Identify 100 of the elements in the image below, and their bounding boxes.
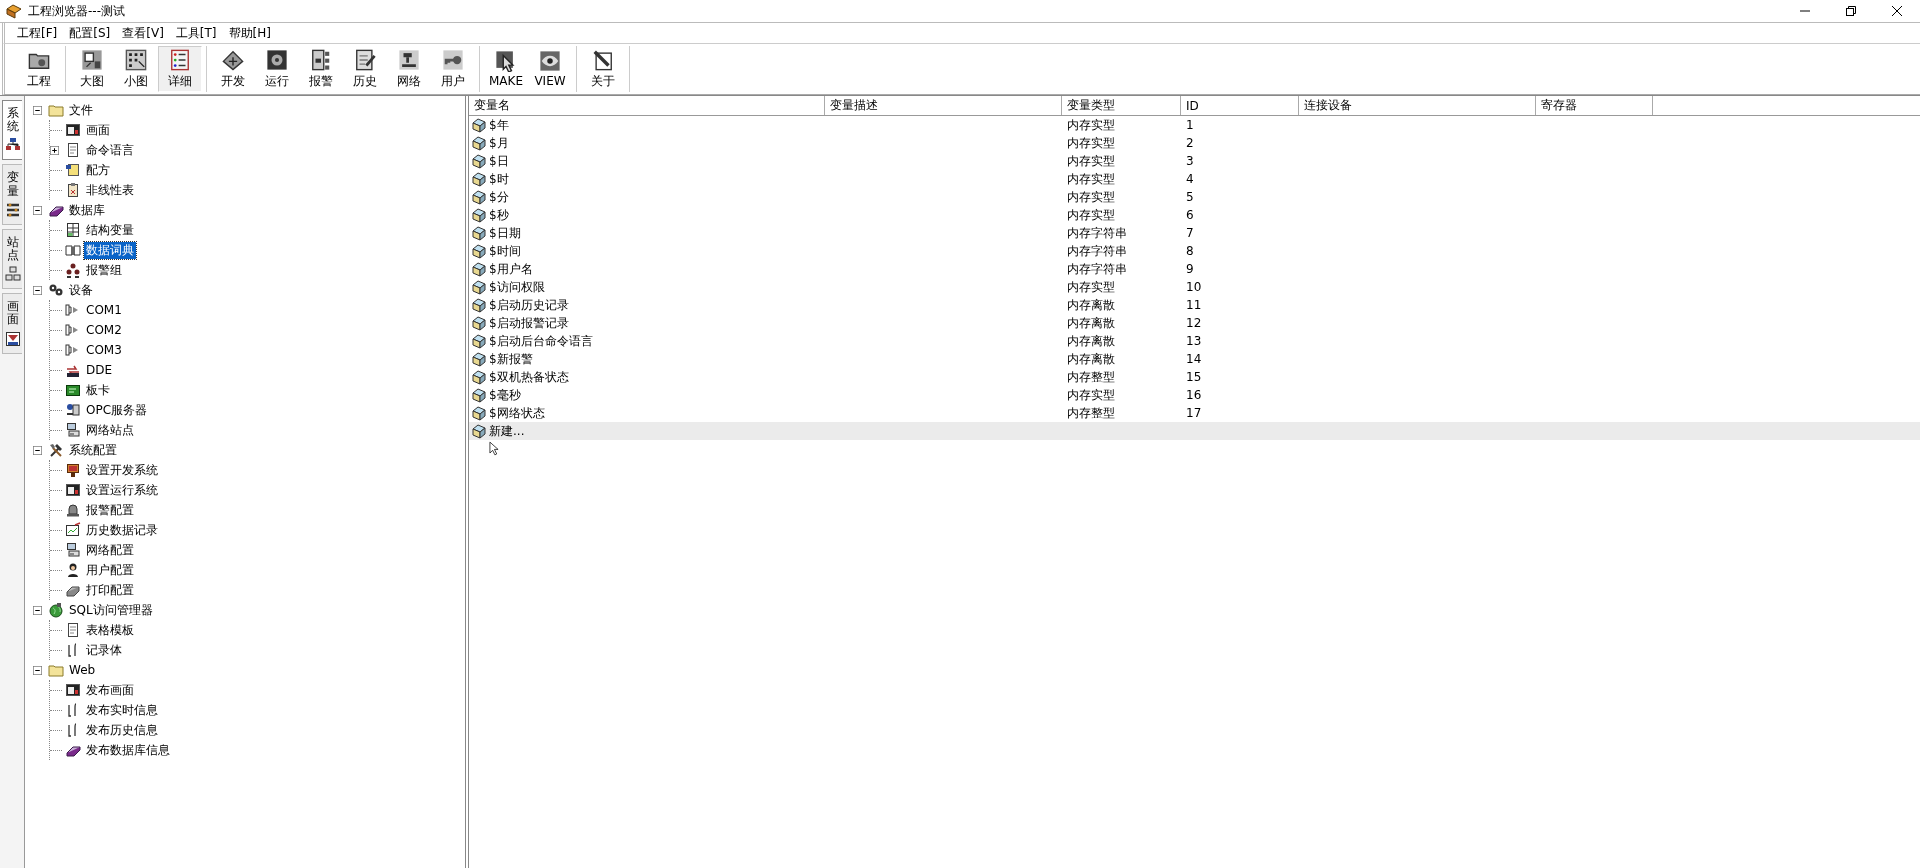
tree-item[interactable]: 发布实时信息 [84, 701, 160, 719]
table-cell-text: 内存离散 [1066, 296, 1116, 314]
tree-item[interactable]: 打印配置 [84, 581, 136, 599]
close-icon[interactable] [1889, 3, 1905, 19]
tree-item[interactable]: 设置运行系统 [84, 481, 160, 499]
tree-item[interactable]: 系统配置 [67, 441, 119, 459]
side-tab[interactable]: 变量 [2, 164, 22, 225]
tree-item[interactable]: 历史数据记录 [84, 521, 160, 539]
window-icon [65, 122, 81, 138]
tree-item[interactable]: 设置开发系统 [84, 461, 160, 479]
expander-icon[interactable] [50, 145, 59, 155]
tree-item[interactable]: 网络站点 [84, 421, 136, 439]
tree-item[interactable]: COM2 [84, 323, 124, 337]
side-tab[interactable]: 系统 [2, 100, 22, 161]
table-row[interactable]: $时间 内存字符串 8 [469, 242, 1920, 260]
large-icons-icon [81, 48, 103, 71]
tree-item[interactable]: 数据库 [67, 201, 107, 219]
table-row[interactable]: $分 内存实型 5 [469, 188, 1920, 206]
table-row[interactable]: $访问权限 内存实型 10 [469, 278, 1920, 296]
toolbar-button[interactable]: 运行 [255, 46, 299, 92]
tree-item[interactable]: 发布画面 [84, 681, 136, 699]
tree-item[interactable]: 板卡 [84, 381, 112, 399]
tree-item[interactable]: 数据词典 [84, 241, 136, 259]
expander-icon[interactable] [33, 205, 42, 215]
tree-item[interactable]: 用户配置 [84, 561, 136, 579]
table-row[interactable]: $启动后台命令语言 内存离散 13 [469, 332, 1920, 350]
tree-item[interactable]: COM1 [84, 303, 124, 317]
tree-item[interactable]: 表格模板 [84, 621, 136, 639]
toolbar-button[interactable]: VIEW [528, 46, 572, 92]
window-icon [65, 482, 81, 498]
menu-item[interactable]: 查看[V] [116, 23, 170, 43]
menu-item[interactable]: 帮助[H] [222, 23, 277, 43]
tree-item[interactable]: 发布历史信息 [84, 721, 160, 739]
variable-name: $日 [489, 152, 509, 170]
expander-icon[interactable] [33, 665, 42, 675]
tree-item[interactable]: 发布数据库信息 [84, 741, 172, 759]
table-row[interactable]: $网络状态 内存整型 17 [469, 404, 1920, 422]
cursor-icon [489, 441, 499, 456]
table-row[interactable]: $时 内存实型 4 [469, 170, 1920, 188]
tree-item[interactable]: 配方 [84, 161, 112, 179]
key-icon [442, 48, 464, 71]
tree-item[interactable]: DDE [84, 363, 115, 377]
table-cell-text: 内存离散 [1066, 314, 1116, 332]
menu-item[interactable]: 工具[T] [169, 23, 223, 43]
restore-icon[interactable] [1843, 3, 1859, 19]
tree-item[interactable]: 命令语言 [84, 141, 136, 159]
tree-item[interactable]: 网络配置 [84, 541, 136, 559]
toolbar-button[interactable]: 报警 [299, 46, 343, 92]
toolbar-button[interactable]: 历史 [343, 46, 387, 92]
table-row[interactable]: $启动报警记录 内存离散 12 [469, 314, 1920, 332]
menu-item[interactable]: 工程[F] [11, 23, 64, 43]
tree-item[interactable]: 记录体 [84, 641, 124, 659]
toolbar-button[interactable]: 工程 [17, 46, 61, 92]
toolbar-button[interactable]: 用户 [431, 46, 475, 92]
tree-item[interactable]: 文件 [67, 101, 95, 119]
tree-item[interactable]: 非线性表 [84, 181, 136, 199]
expander-icon[interactable] [33, 605, 42, 615]
toolbar-button[interactable]: 大图 [70, 46, 114, 92]
table-row[interactable]: $日 内存实型 3 [469, 152, 1920, 170]
tree-item[interactable]: 报警配置 [84, 501, 136, 519]
expander-icon[interactable] [33, 105, 42, 115]
variable-name: $访问权限 [489, 278, 545, 296]
tree-item[interactable]: 结构变量 [84, 221, 136, 239]
tree-item[interactable]: 设备 [67, 281, 95, 299]
table-row[interactable]: $秒 内存实型 6 [469, 206, 1920, 224]
table-row[interactable]: $毫秒 内存实型 16 [469, 386, 1920, 404]
table-row[interactable]: $日期 内存字符串 7 [469, 224, 1920, 242]
table-cell-text: 11 [1185, 298, 1203, 312]
cube-icon [471, 387, 487, 403]
toolbar-button[interactable]: 详细 [158, 46, 202, 92]
table-row[interactable]: $月 内存实型 2 [469, 134, 1920, 152]
tree-item[interactable]: OPC服务器 [84, 401, 150, 419]
table-cell-text: 内存离散 [1066, 332, 1116, 350]
table-row[interactable]: $启动历史记录 内存离散 11 [469, 296, 1920, 314]
cube-icon [471, 117, 487, 133]
user-icon [65, 562, 81, 578]
tree-item[interactable]: COM3 [84, 343, 124, 357]
table-row[interactable]: $双机热备状态 内存整型 15 [469, 368, 1920, 386]
expander-icon[interactable] [33, 285, 42, 295]
expander-icon[interactable] [33, 445, 42, 455]
toolbar-button[interactable]: MAKE [484, 46, 528, 92]
table-row[interactable]: $用户名 内存字符串 9 [469, 260, 1920, 278]
table-cell-text: 1 [1185, 118, 1195, 132]
tree-item[interactable]: Web [67, 663, 98, 677]
toolbar-button[interactable]: 小图 [114, 46, 158, 92]
side-tab[interactable]: 站点 [2, 228, 22, 290]
table-row[interactable]: 新建... [469, 422, 1920, 440]
tree-item[interactable]: SQL访问管理器 [67, 601, 155, 619]
toolbar-button[interactable]: 网络 [387, 46, 431, 92]
tree-item[interactable]: 报警组 [84, 261, 124, 279]
menu-item[interactable]: 配置[S] [63, 23, 117, 43]
variable-name: $时 [489, 170, 509, 188]
toolbar-button[interactable]: 开发 [211, 46, 255, 92]
table-row[interactable]: $年 内存实型 1 [469, 116, 1920, 134]
tree-item[interactable]: 画面 [84, 121, 112, 139]
cube-icon [471, 351, 487, 367]
side-tab[interactable]: 画面 [2, 293, 22, 354]
table-row[interactable]: $新报警 内存离散 14 [469, 350, 1920, 368]
table-cell-text: 6 [1185, 208, 1195, 222]
toolbar-button[interactable]: 关于 [581, 46, 625, 92]
